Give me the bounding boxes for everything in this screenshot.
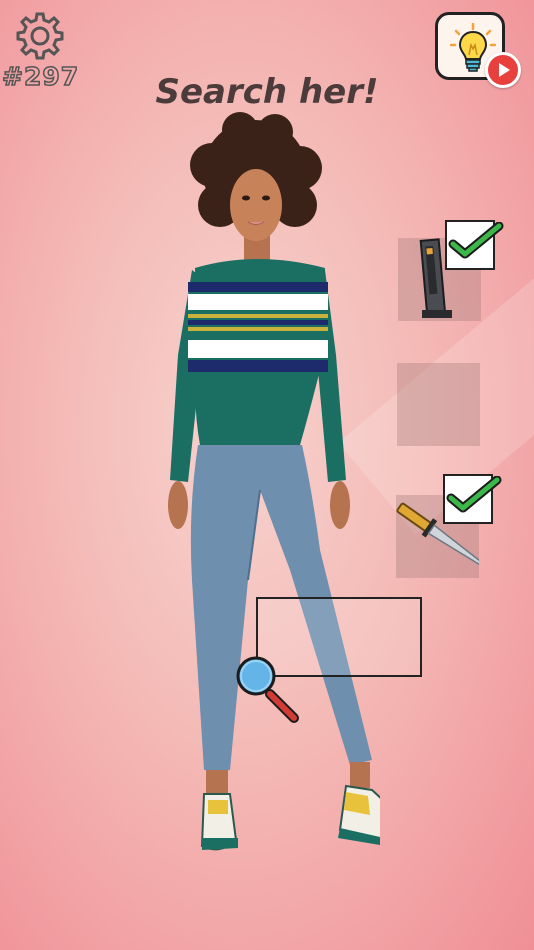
item-slot-empty — [397, 363, 480, 446]
character-illustration — [168, 112, 380, 851]
found-checkbox-knife — [443, 474, 502, 524]
settings-button[interactable] — [14, 10, 66, 62]
gear-icon — [16, 12, 64, 60]
magnifier-icon — [236, 656, 299, 723]
sneakers — [200, 784, 380, 851]
magnifier-tool[interactable] — [236, 654, 302, 728]
found-checkbox-ammo — [445, 220, 504, 270]
checkmark-icon — [446, 476, 502, 513]
checkmark-icon — [448, 222, 504, 259]
page-title: Search her! — [155, 72, 379, 112]
